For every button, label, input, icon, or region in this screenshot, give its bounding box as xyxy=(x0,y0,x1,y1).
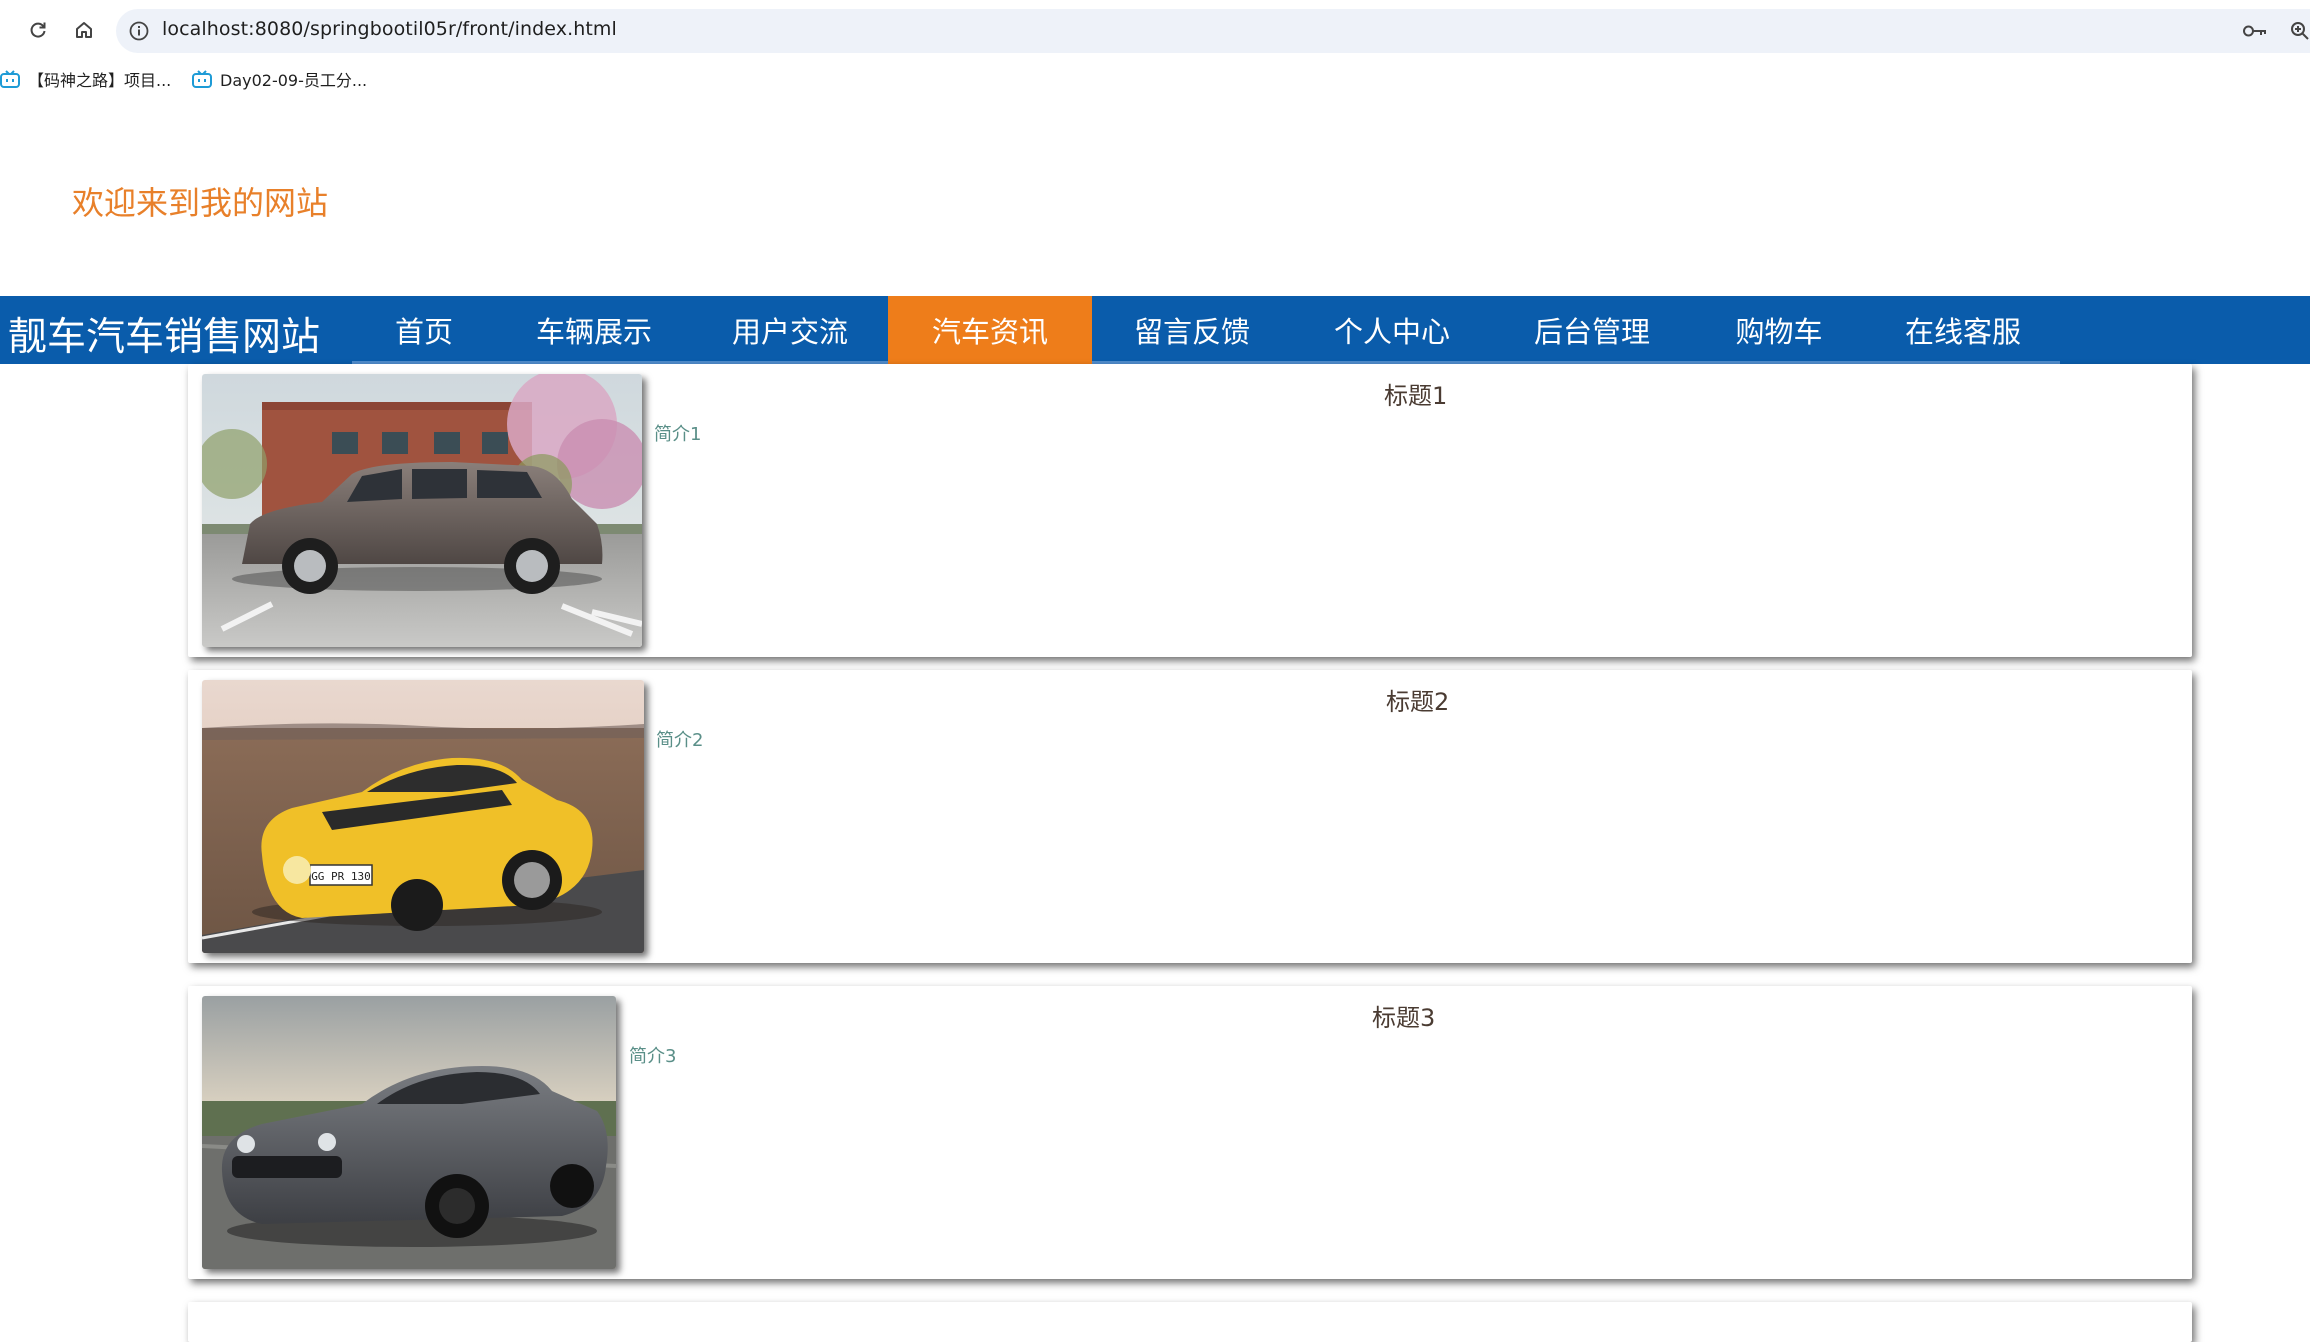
nav-label: 留言反馈 xyxy=(1133,315,1250,349)
reload-icon[interactable] xyxy=(22,14,54,46)
news-thumbnail-grey-car[interactable] xyxy=(202,996,616,1269)
news-title[interactable]: 标题2 xyxy=(1386,682,1449,717)
zoom-icon[interactable] xyxy=(2290,21,2310,41)
nav-item-vehicles[interactable]: 车辆展示 xyxy=(496,296,692,364)
nav-item-home[interactable]: 首页 xyxy=(352,296,496,364)
nav-label: 个人中心 xyxy=(1333,315,1450,349)
nav-label: 后台管理 xyxy=(1533,315,1650,349)
news-card[interactable]: 标题3 简介3 xyxy=(188,986,2192,1279)
nav-item-cart[interactable]: 购物车 xyxy=(1692,296,1866,364)
news-summary: 简介3 xyxy=(629,1046,677,1067)
bookmarks-bar: 【码神之路】项目... Day02-09-员工分... xyxy=(0,60,2310,98)
news-summary: 简介2 xyxy=(656,730,704,751)
news-title[interactable]: 标题1 xyxy=(1384,376,1447,411)
site-info-icon[interactable] xyxy=(128,20,150,42)
password-key-icon[interactable] xyxy=(2242,22,2268,40)
browser-toolbar: localhost:8080/springbootil05r/front/ind… xyxy=(0,0,2310,60)
bookmark-item[interactable]: Day02-09-员工分... xyxy=(192,68,367,90)
nav-label: 汽车资讯 xyxy=(931,315,1048,349)
news-thumbnail-minivan[interactable] xyxy=(202,374,642,647)
bilibili-tv-icon xyxy=(0,70,20,88)
news-title[interactable]: 标题3 xyxy=(1372,998,1435,1033)
bilibili-tv-icon xyxy=(192,70,212,88)
nav-label: 首页 xyxy=(394,315,453,349)
address-bar[interactable]: localhost:8080/springbootil05r/front/ind… xyxy=(116,9,2310,53)
news-card[interactable]: GG PR 130 标题2 简介2 xyxy=(188,670,2192,963)
site-title[interactable]: 靓车汽车销售网站 xyxy=(8,306,320,362)
home-icon[interactable] xyxy=(68,14,100,46)
nav-item-support[interactable]: 在线客服 xyxy=(1866,296,2060,364)
nav-item-feedback[interactable]: 留言反馈 xyxy=(1092,296,1292,364)
nav-label: 用户交流 xyxy=(731,315,848,349)
news-card[interactable]: 标题1 简介1 xyxy=(188,364,2192,657)
nav-label: 车辆展示 xyxy=(535,315,652,349)
url-text[interactable]: localhost:8080/springbootil05r/front/ind… xyxy=(162,18,617,40)
news-thumbnail-yellow-car[interactable]: GG PR 130 xyxy=(202,680,644,953)
nav-item-profile[interactable]: 个人中心 xyxy=(1292,296,1492,364)
nav-item-community[interactable]: 用户交流 xyxy=(692,296,888,364)
license-plate-text: GG PR 130 xyxy=(311,870,371,883)
nav-label: 购物车 xyxy=(1735,315,1823,349)
welcome-text: 欢迎来到我的网站 xyxy=(72,184,329,222)
nav-item-admin[interactable]: 后台管理 xyxy=(1492,296,1692,364)
bookmark-item[interactable]: 【码神之路】项目... xyxy=(0,68,171,90)
bookmark-label: Day02-09-员工分... xyxy=(220,71,368,90)
main-navbar: 靓车汽车销售网站 首页 车辆展示 用户交流 汽车资讯 留言反馈 个人中心 后台管… xyxy=(0,296,2310,364)
bookmark-label: 【码神之路】项目... xyxy=(28,71,172,90)
nav-item-car-news[interactable]: 汽车资讯 xyxy=(888,296,1092,364)
nav-label: 在线客服 xyxy=(1904,315,2021,349)
news-card-partial[interactable] xyxy=(188,1302,2192,1342)
news-summary: 简介1 xyxy=(654,424,702,445)
